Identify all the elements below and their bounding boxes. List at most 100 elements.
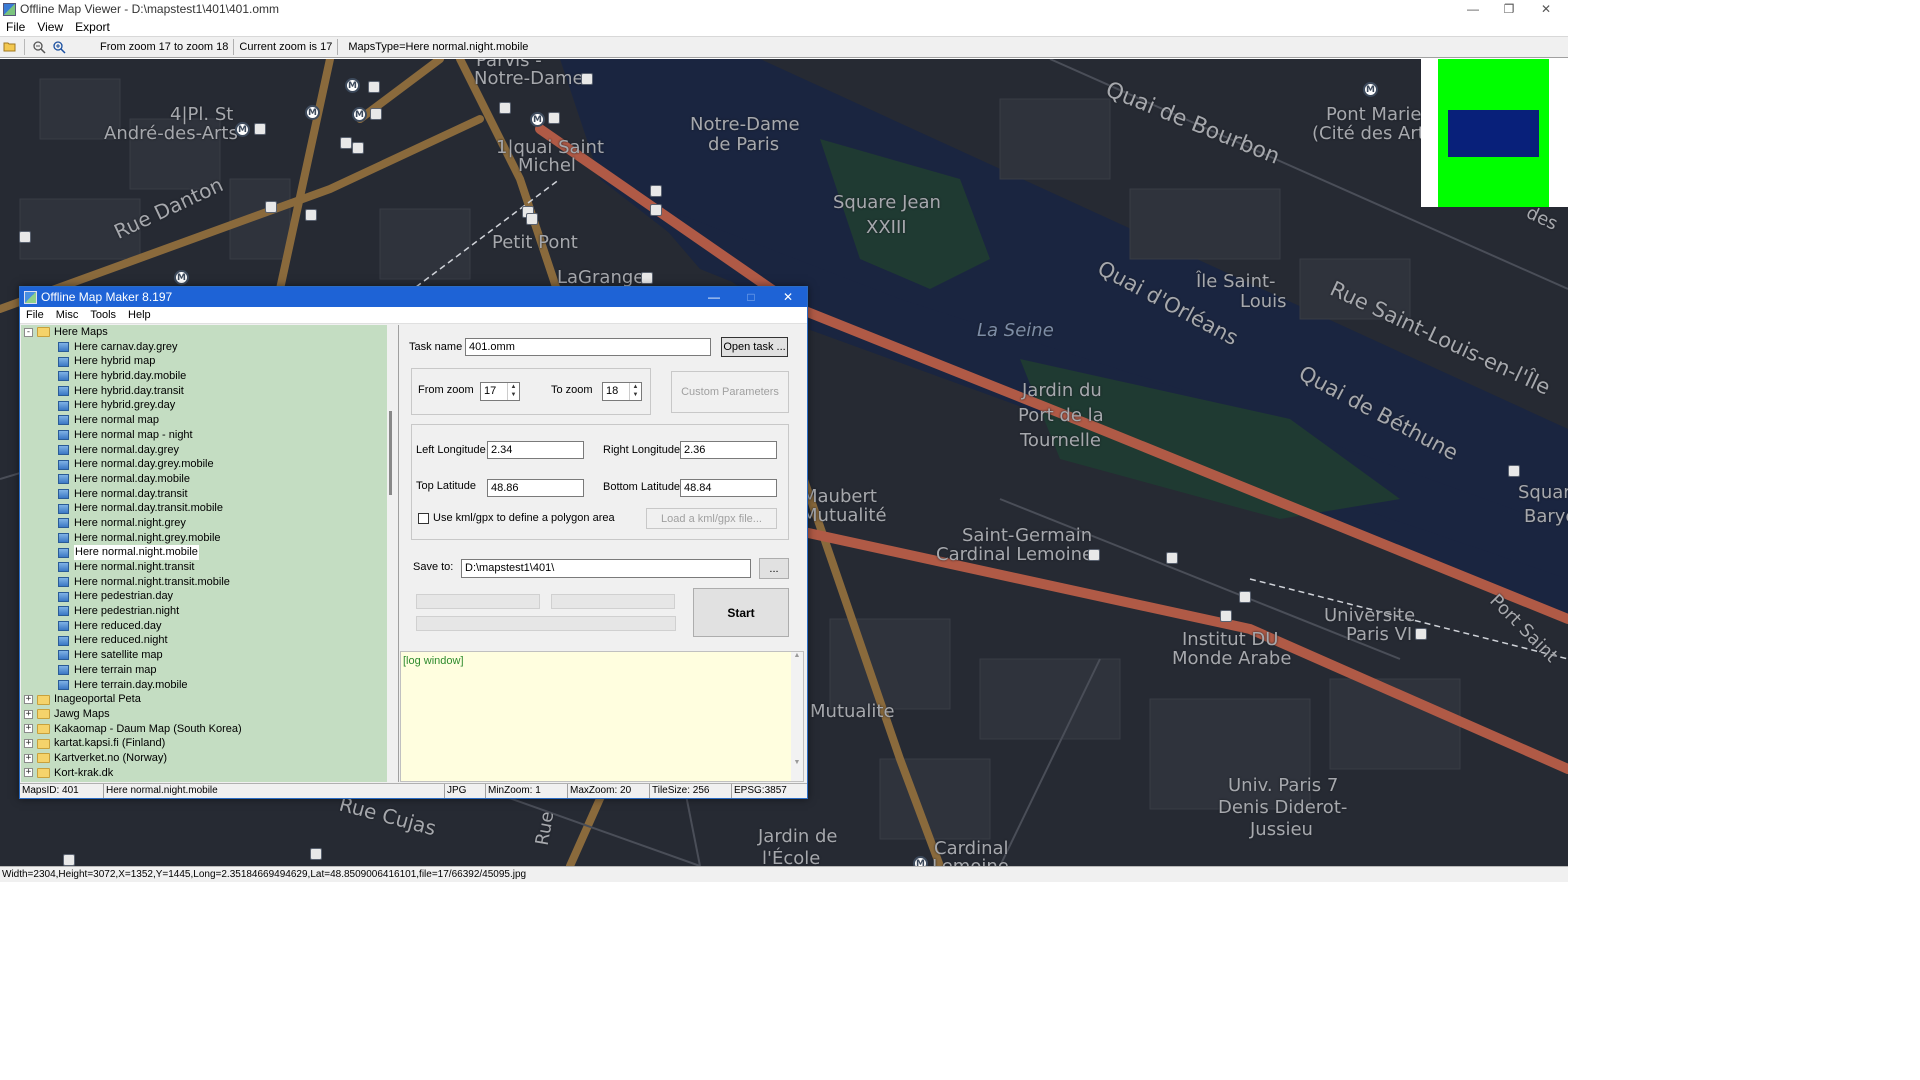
expand-icon[interactable]: + [24, 739, 33, 749]
metro-icon: M [235, 122, 250, 137]
tree-item[interactable]: Here normal.night.transit.mobile [21, 575, 387, 590]
zoom-in-icon[interactable] [49, 37, 69, 57]
tree-item[interactable]: Here normal map - night [21, 428, 387, 443]
spinner-arrows-icon[interactable]: ▲ ▼ [507, 383, 519, 400]
tree-item[interactable]: Here hybrid map [21, 354, 387, 369]
from-zoom-spinner[interactable]: 17 ▲ ▼ [480, 382, 520, 401]
tree-item[interactable]: Here normal.night.grey.mobile [21, 531, 387, 546]
map-label: Notre-Dame [474, 68, 584, 89]
tree-item[interactable]: Here reduced.day [21, 619, 387, 634]
map-label: La Seine [977, 320, 1054, 341]
metro-icon: M [305, 105, 320, 120]
tree-item[interactable]: Here normal.day.mobile [21, 472, 387, 487]
tree-item[interactable]: Here normal map [21, 413, 387, 428]
menu-help[interactable]: Help [122, 309, 157, 321]
tree-root[interactable]: + Kakaomap - Daum Map (South Korea) [21, 722, 387, 737]
metro-icon: M [352, 107, 367, 122]
tree-item[interactable]: Here pedestrian.day [21, 589, 387, 604]
right-longitude-input[interactable]: 2.36 [680, 441, 777, 459]
tree-item-label: Here hybrid.day.transit [74, 384, 184, 397]
custom-parameters-button[interactable]: Custom Parameters [671, 371, 789, 413]
minimize-icon[interactable]: — [695, 287, 733, 307]
expand-icon[interactable]: + [24, 768, 33, 778]
tree-item[interactable]: Here pedestrian.night [21, 604, 387, 619]
menu-view[interactable]: View [31, 20, 69, 34]
minimize-icon[interactable]: — [1455, 0, 1491, 18]
map-label: de Paris [708, 134, 780, 155]
tree-item[interactable]: Here normal.day.grey [21, 443, 387, 458]
map-source-tree[interactable]: - Here Maps Here carnav.day.grey Here hyb… [21, 325, 387, 782]
map-label: Cardinal Lemoine [936, 544, 1094, 565]
map-label: Barye [1524, 506, 1568, 527]
tree-root[interactable]: + Jawg Maps [21, 707, 387, 722]
minimap[interactable] [1421, 59, 1568, 207]
bus-stop-icon [581, 73, 593, 85]
tree-item[interactable]: Here carnav.day.grey [21, 340, 387, 355]
tree-item[interactable]: Here terrain map [21, 663, 387, 678]
top-latitude-input[interactable]: 48.86 [487, 479, 584, 497]
spinner-arrows-icon[interactable]: ▲ ▼ [629, 383, 641, 400]
expand-icon[interactable]: + [24, 695, 33, 705]
tree-item[interactable]: Here terrain.day.mobile [21, 678, 387, 693]
expand-icon[interactable]: + [24, 753, 33, 763]
expand-icon[interactable]: + [24, 709, 33, 719]
menu-file[interactable]: File [20, 309, 50, 321]
tree-root[interactable]: + kartat.kapsi.fi (Finland) [21, 736, 387, 751]
menu-misc[interactable]: Misc [50, 309, 85, 321]
tree-root[interactable]: + Inageoportal Peta [21, 692, 387, 707]
tree-item[interactable]: Here normal.night.mobile [21, 545, 387, 561]
left-longitude-label: Left Longitude [416, 444, 486, 456]
close-icon[interactable]: ✕ [1528, 0, 1564, 18]
start-button[interactable]: Start [693, 588, 789, 637]
tree-item[interactable]: Here normal.night.grey [21, 516, 387, 531]
log-window[interactable]: [log window] ▲ ▼ [400, 651, 804, 782]
tree-item[interactable]: Here hybrid.day.mobile [21, 369, 387, 384]
zoom-out-icon[interactable] [29, 37, 49, 57]
load-kml-button[interactable]: Load a kml/gpx file... [646, 508, 777, 529]
tree-item[interactable]: Here hybrid.grey.day [21, 398, 387, 413]
restore-icon[interactable]: ❐ [1491, 0, 1527, 18]
to-zoom-spinner[interactable]: 18 ▲ ▼ [602, 382, 642, 401]
bus-stop-icon [305, 209, 317, 221]
expand-icon[interactable]: + [24, 724, 33, 734]
tree-item[interactable]: Here reduced.night [21, 633, 387, 648]
tree-scrollbar[interactable] [387, 325, 397, 782]
tree-root-here-maps[interactable]: - Here Maps [21, 325, 387, 340]
map-label: Universite [1324, 605, 1416, 626]
tree-item[interactable]: Here normal.day.transit.mobile [21, 501, 387, 516]
open-folder-icon[interactable] [0, 37, 20, 57]
bus-stop-icon [1415, 628, 1427, 640]
tree-item[interactable]: Here normal.day.transit [21, 487, 387, 502]
tree-item-label: Here normal.day.grey.mobile [74, 458, 214, 471]
tree-item-label: Here pedestrian.day [74, 590, 174, 603]
map-label: Square Jean [833, 192, 941, 213]
task-name-input[interactable]: 401.omm [465, 338, 711, 356]
open-task-button[interactable]: Open task ... [721, 337, 788, 357]
log-scrollbar[interactable]: ▲ ▼ [791, 652, 803, 781]
map-layer-icon [58, 371, 69, 382]
tree-item-label: Here carnav.day.grey [74, 340, 178, 353]
kml-polygon-checkbox[interactable] [418, 513, 429, 524]
tree-root[interactable]: + Kartverket.no (Norway) [21, 751, 387, 766]
left-longitude-input[interactable]: 2.34 [487, 441, 584, 459]
dialog-titlebar[interactable]: Offline Map Maker 8.197 — □ ✕ [20, 287, 807, 307]
tree-item[interactable]: Here hybrid.day.transit [21, 384, 387, 399]
minimap-viewport[interactable] [1448, 110, 1539, 157]
tree-item[interactable]: Here satellite map [21, 648, 387, 663]
collapse-icon[interactable]: - [24, 327, 33, 337]
close-icon[interactable]: ✕ [769, 287, 807, 307]
status-epsg: EPSG:3857 [734, 785, 787, 796]
menu-file[interactable]: File [0, 20, 31, 34]
map-layer-icon [58, 635, 69, 646]
menu-tools[interactable]: Tools [84, 309, 122, 321]
tree-item[interactable]: Here normal.day.grey.mobile [21, 457, 387, 472]
bottom-latitude-input[interactable]: 48.84 [680, 479, 777, 497]
tree-item-label: Here normal.day.transit [74, 487, 188, 500]
metro-icon: M [1363, 82, 1378, 97]
menu-export[interactable]: Export [69, 20, 116, 34]
tree-root[interactable]: + Kort-krak.dk [21, 766, 387, 781]
save-to-input[interactable]: D:\mapstest1\401\ [461, 559, 751, 578]
scrollbar-thumb[interactable] [389, 411, 392, 495]
tree-item[interactable]: Here normal.night.transit [21, 560, 387, 575]
browse-button[interactable]: ... [759, 558, 789, 579]
